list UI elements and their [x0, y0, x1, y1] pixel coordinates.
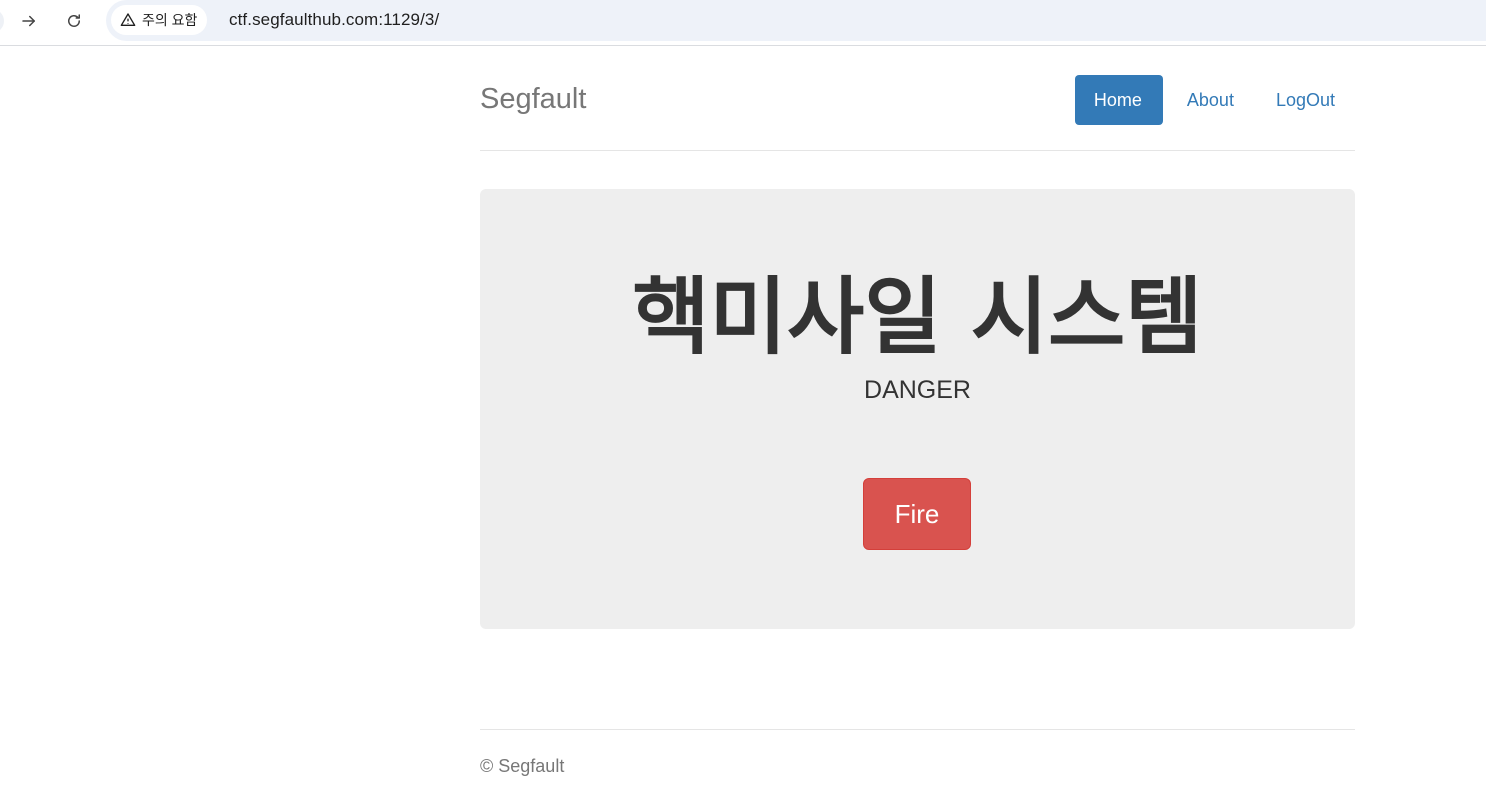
jumbotron: 핵미사일 시스템 DANGER Fire [480, 189, 1355, 629]
page-container: Segfault Home About LogOut 핵미사일 시스템 DANG… [480, 50, 1355, 776]
page-title: 핵미사일 시스템 [632, 268, 1203, 366]
nav-home[interactable]: Home [1074, 75, 1163, 125]
arrow-right-icon [22, 15, 35, 27]
browser-toolbar: 주의 요함 ctf.segfaulthub.com:1129/3/ [0, 0, 1486, 46]
site-brand: Segfault [480, 83, 587, 115]
fire-button[interactable]: Fire [863, 478, 971, 550]
nav-about[interactable]: About [1167, 75, 1254, 125]
nav-pills: Home About LogOut [1074, 75, 1355, 125]
forward-button[interactable] [14, 6, 44, 36]
footer-copyright: © Segfault [480, 756, 565, 776]
url-text[interactable]: ctf.segfaulthub.com:1129/3/ [229, 10, 439, 30]
nav-logout[interactable]: LogOut [1256, 75, 1355, 125]
security-warning-label: 주의 요함 [142, 12, 198, 28]
reload-button[interactable] [59, 6, 89, 36]
site-footer: © Segfault [480, 729, 1355, 776]
warning-icon [120, 13, 136, 26]
reload-icon [68, 14, 80, 27]
back-button-edge[interactable] [0, 9, 4, 33]
site-header: Segfault Home About LogOut [480, 50, 1355, 151]
page-subtitle: DANGER [864, 376, 971, 404]
security-warning-chip[interactable]: 주의 요함 [111, 5, 208, 35]
